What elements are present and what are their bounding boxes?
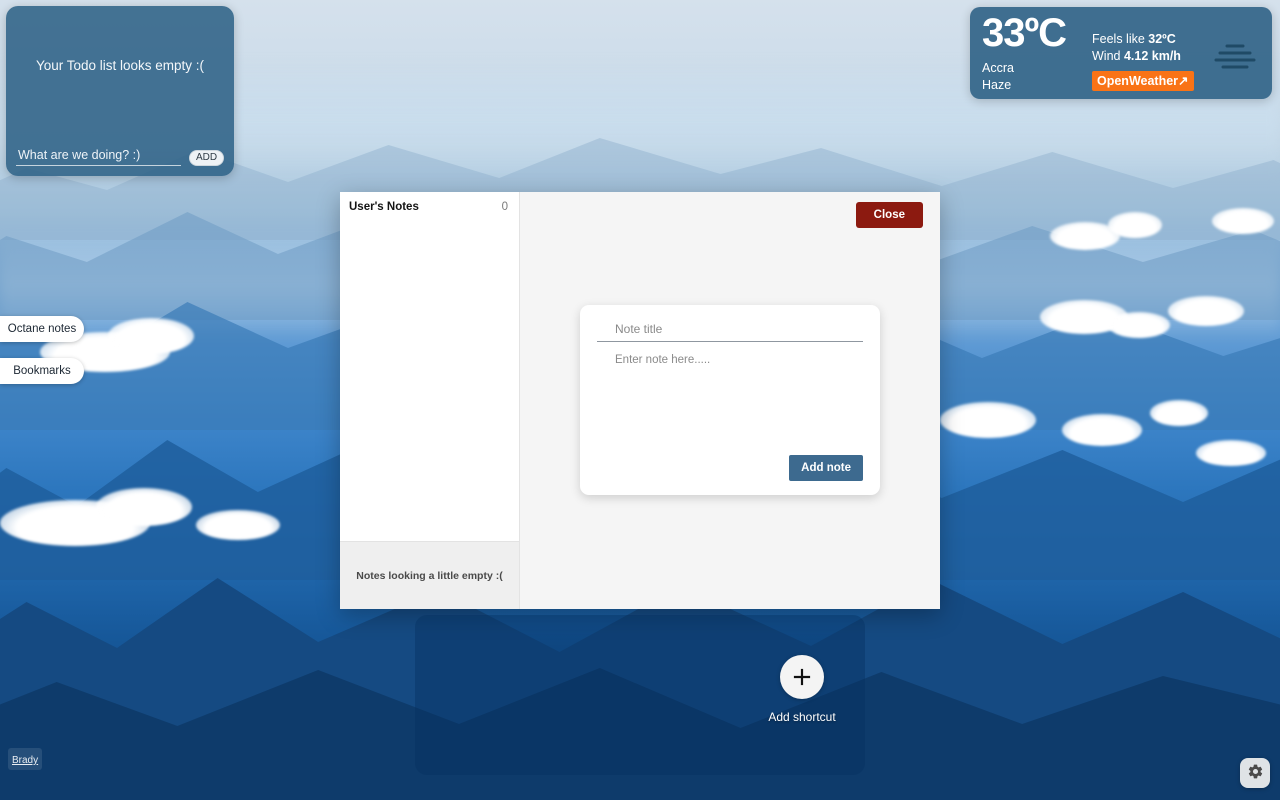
gear-icon <box>1247 763 1264 783</box>
todo-empty-message: Your Todo list looks empty :( <box>35 57 205 73</box>
notes-main-panel: Close Add note <box>520 192 940 609</box>
shortcuts-container: Add shortcut <box>415 615 865 775</box>
attribution-link[interactable]: Brady <box>12 755 38 766</box>
cloud <box>1062 414 1142 446</box>
weather-wind-value: 4.12 km/h <box>1123 49 1181 64</box>
cloud <box>1196 440 1266 466</box>
plus-icon <box>780 655 824 699</box>
notes-sidebar-header: User's Notes 0 <box>340 192 519 221</box>
todo-add-button[interactable]: ADD <box>189 150 224 166</box>
cloud <box>196 510 280 540</box>
attribution: Brady <box>8 748 43 770</box>
weather-feels-like-label: Feels like <box>1092 32 1149 46</box>
haze-icon <box>1208 13 1262 75</box>
notes-count-badge: 0 <box>501 201 508 213</box>
add-note-button[interactable]: Add note <box>789 455 863 481</box>
close-button[interactable]: Close <box>855 202 923 228</box>
openweather-link[interactable]: OpenWeather↗ <box>1092 70 1194 91</box>
cloud <box>108 318 194 354</box>
todo-widget: Your Todo list looks empty :( ADD <box>6 6 234 176</box>
weather-details: Feels like 32ºC Wind 4.12 km/h OpenWeath… <box>1092 13 1208 91</box>
weather-city: Accra <box>982 61 1014 75</box>
note-title-input[interactable] <box>597 321 863 342</box>
weather-wind: Wind 4.12 km/h <box>1092 48 1208 65</box>
cloud <box>940 402 1036 438</box>
todo-input-row: ADD <box>16 146 224 166</box>
weather-widget: 33ºC Accra Haze Feels like 32ºC Wind 4.1… <box>970 7 1272 99</box>
sidebar-item-bookmarks[interactable]: Bookmarks <box>0 358 84 384</box>
weather-feels-like-value: 32ºC <box>1148 32 1176 46</box>
weather-feels-like: Feels like 32ºC <box>1092 31 1208 48</box>
cloud <box>1108 312 1170 338</box>
weather-primary: 33ºC Accra Haze <box>980 13 1092 94</box>
weather-temperature: 33ºC <box>982 11 1067 55</box>
cloud <box>96 488 192 526</box>
notes-modal: User's Notes 0 Notes looking a little em… <box>340 192 940 609</box>
add-shortcut-button[interactable]: Add shortcut <box>757 655 847 724</box>
cloud <box>1212 208 1274 234</box>
sidebar-item-label: Octane notes <box>7 323 77 335</box>
note-body-input[interactable] <box>597 354 863 455</box>
todo-input[interactable] <box>16 146 181 166</box>
note-editor-card: Add note <box>580 305 880 495</box>
notes-list[interactable] <box>340 221 519 541</box>
cloud <box>1108 212 1162 238</box>
sidebar-item-octane-notes[interactable]: Octane notes <box>0 316 84 342</box>
settings-button[interactable] <box>1240 758 1270 788</box>
weather-condition: Haze <box>982 77 1012 92</box>
notes-sidebar: User's Notes 0 Notes looking a little em… <box>340 192 520 609</box>
notes-empty-message: Notes looking a little empty :( <box>340 541 519 609</box>
cloud <box>1168 296 1244 326</box>
notes-sidebar-title: User's Notes <box>349 201 419 213</box>
cloud <box>1150 400 1208 426</box>
weather-wind-label: Wind <box>1092 49 1124 64</box>
sidebar-item-label: Bookmarks <box>13 365 71 377</box>
add-shortcut-label: Add shortcut <box>768 710 836 724</box>
